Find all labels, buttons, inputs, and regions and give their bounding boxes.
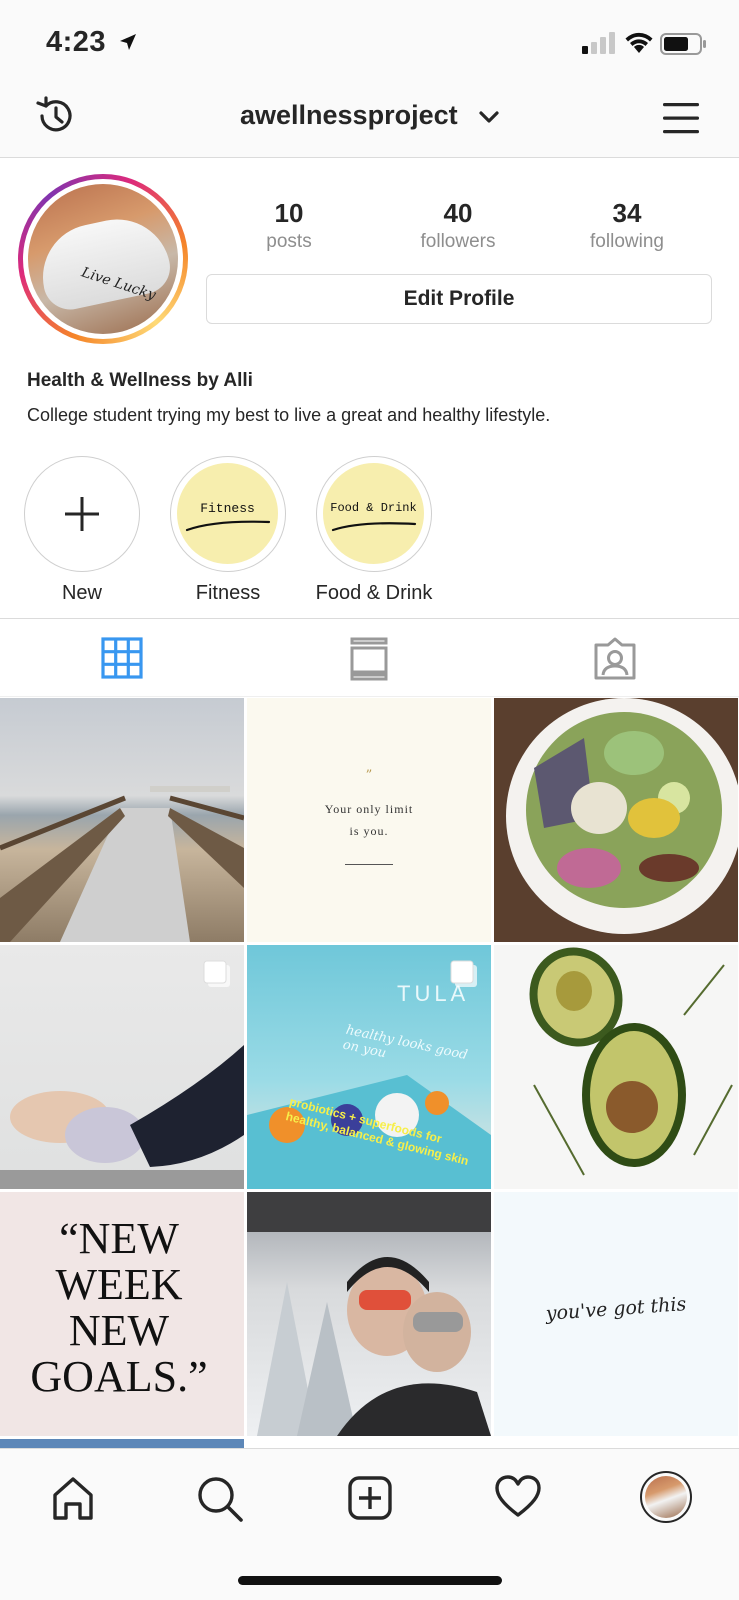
- goals-text: “NEW WEEK NEW GOALS.”: [0, 1216, 238, 1400]
- highlight-new[interactable]: New: [24, 456, 140, 605]
- post-quote-limit[interactable]: ” Your only limit is you.: [247, 698, 491, 942]
- goals-line-2: WEEK: [55, 1260, 183, 1309]
- highlight-food-drink[interactable]: Food & Drink Food & Drink: [316, 456, 432, 605]
- multiple-photos-icon: [203, 960, 230, 987]
- activity-heart-icon[interactable]: [494, 1475, 542, 1519]
- brush-stroke-decoration: [185, 520, 271, 532]
- wifi-icon: [625, 32, 653, 53]
- post-salad-bowl[interactable]: [494, 698, 738, 942]
- new-post-icon[interactable]: [347, 1475, 393, 1521]
- plus-icon: [65, 497, 99, 531]
- hamburger-menu-icon[interactable]: [662, 100, 700, 136]
- stat-followers-label: followers: [420, 231, 496, 252]
- post-avocado[interactable]: [494, 945, 738, 1189]
- brush-stroke-decoration: [331, 522, 417, 532]
- stat-following[interactable]: 34 following: [562, 198, 692, 253]
- stat-following-count: 34: [612, 198, 642, 228]
- chevron-down-icon[interactable]: [478, 110, 500, 126]
- cellular-signal-icon: [582, 32, 615, 54]
- highlight-food-label: Food & Drink: [315, 582, 433, 604]
- highlight-fitness-cover: Fitness: [177, 463, 278, 564]
- tagged-photos-icon[interactable]: [592, 637, 638, 681]
- battery-icon: [660, 33, 706, 55]
- multiple-photos-icon: [450, 960, 477, 987]
- home-indicator: [238, 1576, 502, 1585]
- quote-line-2: is you.: [349, 824, 389, 838]
- profile-display-name: Health & Wellness by Alli: [27, 370, 253, 391]
- highlight-food-circle: Food & Drink: [316, 456, 432, 572]
- highlight-food-cover: Food & Drink: [323, 463, 424, 564]
- salad-bowl-illustration: [506, 698, 738, 934]
- goals-line-1: “NEW: [59, 1214, 179, 1263]
- quote-line-1: Your only limit: [324, 802, 414, 816]
- location-arrow-icon: [120, 34, 136, 50]
- profile-tab-avatar[interactable]: [640, 1471, 692, 1523]
- post-workout[interactable]: [0, 945, 244, 1189]
- highlight-fitness-label: Fitness: [195, 582, 261, 604]
- profile-bio: College student trying my best to live a…: [27, 405, 551, 425]
- archive-history-icon[interactable]: [34, 94, 78, 138]
- tula-tagline: healthy looks good on you: [341, 1022, 469, 1064]
- stat-followers[interactable]: 40 followers: [393, 198, 523, 253]
- profile-username[interactable]: awellnessproject: [240, 100, 458, 131]
- grid-view-icon[interactable]: [101, 637, 143, 679]
- avatar-photo: Live Lucky: [28, 184, 178, 334]
- stat-posts-label: posts: [266, 231, 312, 252]
- post-boardwalk[interactable]: [0, 698, 244, 942]
- post-ski-lift[interactable]: [247, 1192, 491, 1436]
- avocado-illustration: [529, 947, 733, 1176]
- profile-view-tabs: [0, 618, 739, 697]
- highlight-new-label: New: [61, 582, 102, 604]
- search-icon[interactable]: [196, 1475, 244, 1523]
- profile-tab-avatar-photo: [645, 1476, 687, 1518]
- profile-header: awellnessproject: [0, 80, 739, 158]
- goals-line-4: GOALS.”: [30, 1352, 208, 1401]
- quote-divider: [345, 864, 393, 865]
- stat-posts[interactable]: 10 posts: [224, 198, 354, 253]
- highlight-fitness[interactable]: Fitness Fitness: [170, 456, 286, 605]
- boardwalk-illustration: [0, 786, 244, 942]
- highlight-food-cover-text: Food & Drink: [330, 501, 417, 515]
- post-new-week-goals[interactable]: “NEW WEEK NEW GOALS.”: [0, 1192, 244, 1436]
- highlight-fitness-circle: Fitness: [170, 456, 286, 572]
- status-time: 4:23: [46, 26, 107, 58]
- profile-avatar[interactable]: Live Lucky: [18, 174, 188, 344]
- status-bar: 4:23: [0, 0, 739, 80]
- goals-line-3: NEW: [68, 1306, 170, 1355]
- feed-view-icon[interactable]: [350, 637, 388, 681]
- highlight-new-circle: [24, 456, 140, 572]
- stat-posts-count: 10: [274, 198, 304, 228]
- post-tula-skincare[interactable]: TULA healthy looks good on you probiotic…: [247, 945, 491, 1189]
- ski-lift-illustration: [247, 1192, 491, 1436]
- highlight-fitness-cover-text: Fitness: [200, 501, 255, 516]
- posts-grid: ” Your only limit is you. TULA healthy l…: [0, 698, 739, 1448]
- quote-mark-icon: ”: [365, 768, 373, 783]
- gotthis-text: you've got this: [545, 1293, 687, 1325]
- edit-profile-button[interactable]: Edit Profile: [206, 274, 712, 324]
- stat-following-label: following: [590, 231, 664, 252]
- stat-followers-count: 40: [443, 198, 473, 228]
- post-partial[interactable]: [0, 1439, 244, 1448]
- home-icon[interactable]: [50, 1475, 96, 1521]
- post-youve-got-this[interactable]: you've got this: [494, 1192, 738, 1436]
